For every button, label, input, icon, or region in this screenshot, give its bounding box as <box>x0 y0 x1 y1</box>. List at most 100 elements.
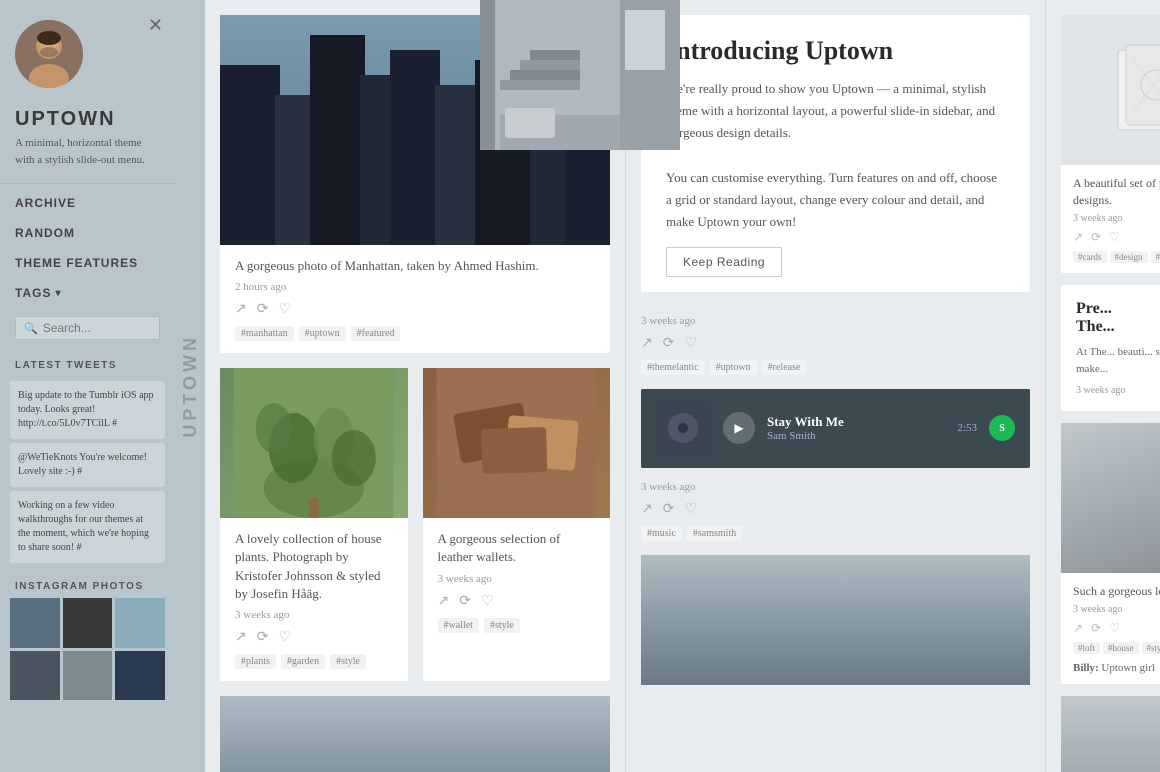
chevron-down-icon: ▾ <box>55 288 61 299</box>
reblog-icon[interactable]: ⟳ <box>459 593 471 610</box>
preview-time: 3 weeks ago <box>1076 385 1160 396</box>
share-icon[interactable]: ↗ <box>641 501 653 518</box>
card-tags: #loft #house #style <box>1073 642 1160 654</box>
instagram-thumb[interactable] <box>10 598 60 648</box>
wallets-image <box>423 368 611 518</box>
reblog-icon[interactable]: ⟳ <box>663 501 675 518</box>
share-icon[interactable]: ↗ <box>641 335 653 352</box>
tag[interactable]: #loft <box>1073 642 1100 654</box>
like-icon[interactable]: ♡ <box>684 335 697 352</box>
plants-image <box>220 368 408 518</box>
spotify-button[interactable]: S <box>989 415 1015 441</box>
preview-title: Pre...The... <box>1076 300 1160 336</box>
tag[interactable]: #wallet <box>438 618 479 633</box>
search-input[interactable] <box>43 321 151 335</box>
like-icon[interactable]: ♡ <box>481 593 494 610</box>
music-title: Stay With Me <box>767 414 945 430</box>
like-icon[interactable]: ♡ <box>278 629 291 646</box>
card-time: 3 weeks ago <box>1073 213 1160 224</box>
sidebar-item-random[interactable]: RANDOM <box>0 218 175 248</box>
instagram-thumb[interactable] <box>10 651 60 701</box>
bottom-card: A beau... Bridge... <box>1061 696 1160 772</box>
bottom-card-image <box>1061 696 1160 772</box>
card-time: 3 weeks ago <box>235 609 393 621</box>
like-icon[interactable]: ♡ <box>278 301 291 318</box>
tag[interactable]: #design <box>1110 251 1148 263</box>
tag[interactable]: #style <box>484 618 520 633</box>
reblog-icon[interactable]: ⟳ <box>257 629 269 646</box>
card-body: A gorgeous selection of leather wallets.… <box>423 518 611 644</box>
music-artist: Sam Smith <box>767 430 945 442</box>
card-body: A beautiful set of playing card designs.… <box>1061 165 1160 273</box>
like-icon[interactable]: ♡ <box>1109 230 1120 245</box>
tweet-text: Working on a few video walkthroughs for … <box>18 500 149 553</box>
card-time: 2 hours ago <box>235 281 595 293</box>
city-card2 <box>641 555 1030 685</box>
tag[interactable]: #plants <box>235 654 276 669</box>
instagram-thumb[interactable] <box>63 651 113 701</box>
music-thumbnail <box>656 401 711 456</box>
card-actions: ↗ ⟳ ♡ <box>438 593 596 610</box>
tag[interactable]: #garden <box>281 654 325 669</box>
blog-body-p2: You can customise everything. Turn featu… <box>666 167 1005 233</box>
tag[interactable]: #house <box>1103 642 1139 654</box>
tag[interactable]: #cards <box>1073 251 1107 263</box>
share-icon[interactable]: ↗ <box>438 593 450 610</box>
tag[interactable]: #uptown <box>710 360 757 375</box>
share-icon[interactable]: ↗ <box>1073 230 1083 245</box>
play-button[interactable]: ▶ <box>723 412 755 444</box>
music-time-ago: 3 weeks ago <box>641 481 1030 493</box>
music-tags: #music #samsmith <box>641 526 1030 541</box>
search-icon: 🔍 <box>24 322 38 335</box>
card-caption: A gorgeous selection of leather wallets. <box>438 530 596 566</box>
tag[interactable]: #style <box>330 654 366 669</box>
card-caption: A beautiful set of playing card designs. <box>1073 175 1160 209</box>
two-col-grid: A lovely collection of house plants. Pho… <box>220 368 610 681</box>
card-actions: ↗ ⟳ ♡ <box>1073 621 1160 636</box>
tweet-item: Big update to the Tumblr iOS app today. … <box>10 381 165 439</box>
like-icon[interactable]: ♡ <box>1109 621 1120 636</box>
card-body: Such a gorgeous loft space. 3 weeks ago … <box>1061 573 1160 684</box>
tweet-text: Big update to the Tumblr iOS app today. … <box>18 390 154 429</box>
instagram-thumb[interactable] <box>63 598 113 648</box>
instagram-label: INSTAGRAM PHOTOS <box>0 567 175 598</box>
card-actions: ↗ ⟳ ♡ <box>1073 230 1160 245</box>
music-player: ▶ Stay With Me Sam Smith 2:53 S <box>641 389 1030 468</box>
share-icon[interactable]: ↗ <box>235 629 247 646</box>
reblog-icon[interactable]: ⟳ <box>257 301 269 318</box>
card-caption: Such a gorgeous loft space. <box>1073 583 1160 600</box>
tag[interactable]: #release <box>762 360 807 375</box>
share-icon[interactable]: ↗ <box>235 301 247 318</box>
sidebar-item-tags[interactable]: TAGS ▾ <box>0 278 175 308</box>
plants-card: A lovely collection of house plants. Pho… <box>220 368 408 681</box>
city-card <box>220 696 610 772</box>
tag[interactable]: #themelantic <box>641 360 705 375</box>
tag[interactable]: #featured <box>351 326 401 341</box>
tag[interactable]: #uptown <box>299 326 346 341</box>
main-content: A gorgeous photo of Manhattan, taken by … <box>205 0 1160 772</box>
tag[interactable]: #art <box>1151 251 1160 263</box>
card-tags: #wallet #style <box>438 618 596 633</box>
like-icon[interactable]: ♡ <box>684 501 697 518</box>
keep-reading-button[interactable]: Keep Reading <box>666 247 782 277</box>
instagram-thumb[interactable] <box>115 651 165 701</box>
tag[interactable]: #samsmith <box>687 526 742 541</box>
sidebar-item-theme-features[interactable]: THEME FEATURES <box>0 248 175 278</box>
card-tags: #cards #design #art <box>1073 251 1160 263</box>
tag[interactable]: #music <box>641 526 682 541</box>
card-caption: A lovely collection of house plants. Pho… <box>235 530 393 603</box>
tweet-item: @WeTieKnots You're welcome! Lovely site … <box>10 443 165 487</box>
right-column: A beautiful set of playing card designs.… <box>1045 0 1160 772</box>
music-meta: 3 weeks ago ↗ ⟳ ♡ #music #samsmith <box>641 473 1030 545</box>
reblog-icon[interactable]: ⟳ <box>1091 230 1101 245</box>
reblog-icon[interactable]: ⟳ <box>1091 621 1101 636</box>
music-info: Stay With Me Sam Smith <box>767 414 945 442</box>
tag[interactable]: #style <box>1142 642 1160 654</box>
instagram-thumb[interactable] <box>115 598 165 648</box>
card-tags: #manhattan #uptown #featured <box>235 326 595 341</box>
reblog-icon[interactable]: ⟳ <box>663 335 675 352</box>
tag[interactable]: #manhattan <box>235 326 294 341</box>
share-icon[interactable]: ↗ <box>1073 621 1083 636</box>
sidebar-item-archive[interactable]: ARCHIVE <box>0 188 175 218</box>
card-caption: A gorgeous photo of Manhattan, taken by … <box>235 257 595 275</box>
